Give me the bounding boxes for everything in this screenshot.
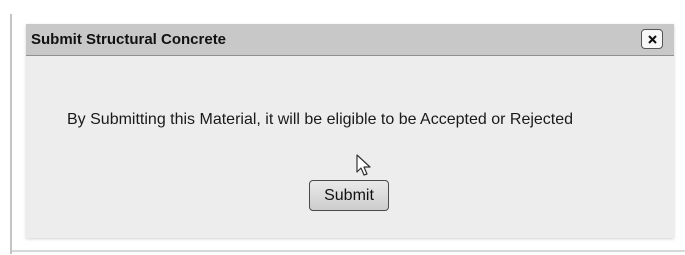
window-edge: [10, 14, 12, 254]
dialog-message: By Submitting this Material, it will be …: [67, 111, 574, 128]
mouse-pointer-icon: [356, 154, 371, 176]
close-button[interactable]: [641, 29, 663, 49]
dialog-title: Submit Structural Concrete: [31, 31, 227, 48]
submit-dialog: Submit Structural Concrete By Submitting…: [26, 24, 674, 238]
window-bottom-edge: [12, 250, 685, 252]
close-icon: [648, 35, 657, 44]
submit-button[interactable]: Submit: [309, 180, 389, 211]
dialog-title-bar[interactable]: Submit Structural Concrete: [26, 24, 674, 56]
screen: Submit Structural Concrete By Submitting…: [0, 0, 685, 255]
